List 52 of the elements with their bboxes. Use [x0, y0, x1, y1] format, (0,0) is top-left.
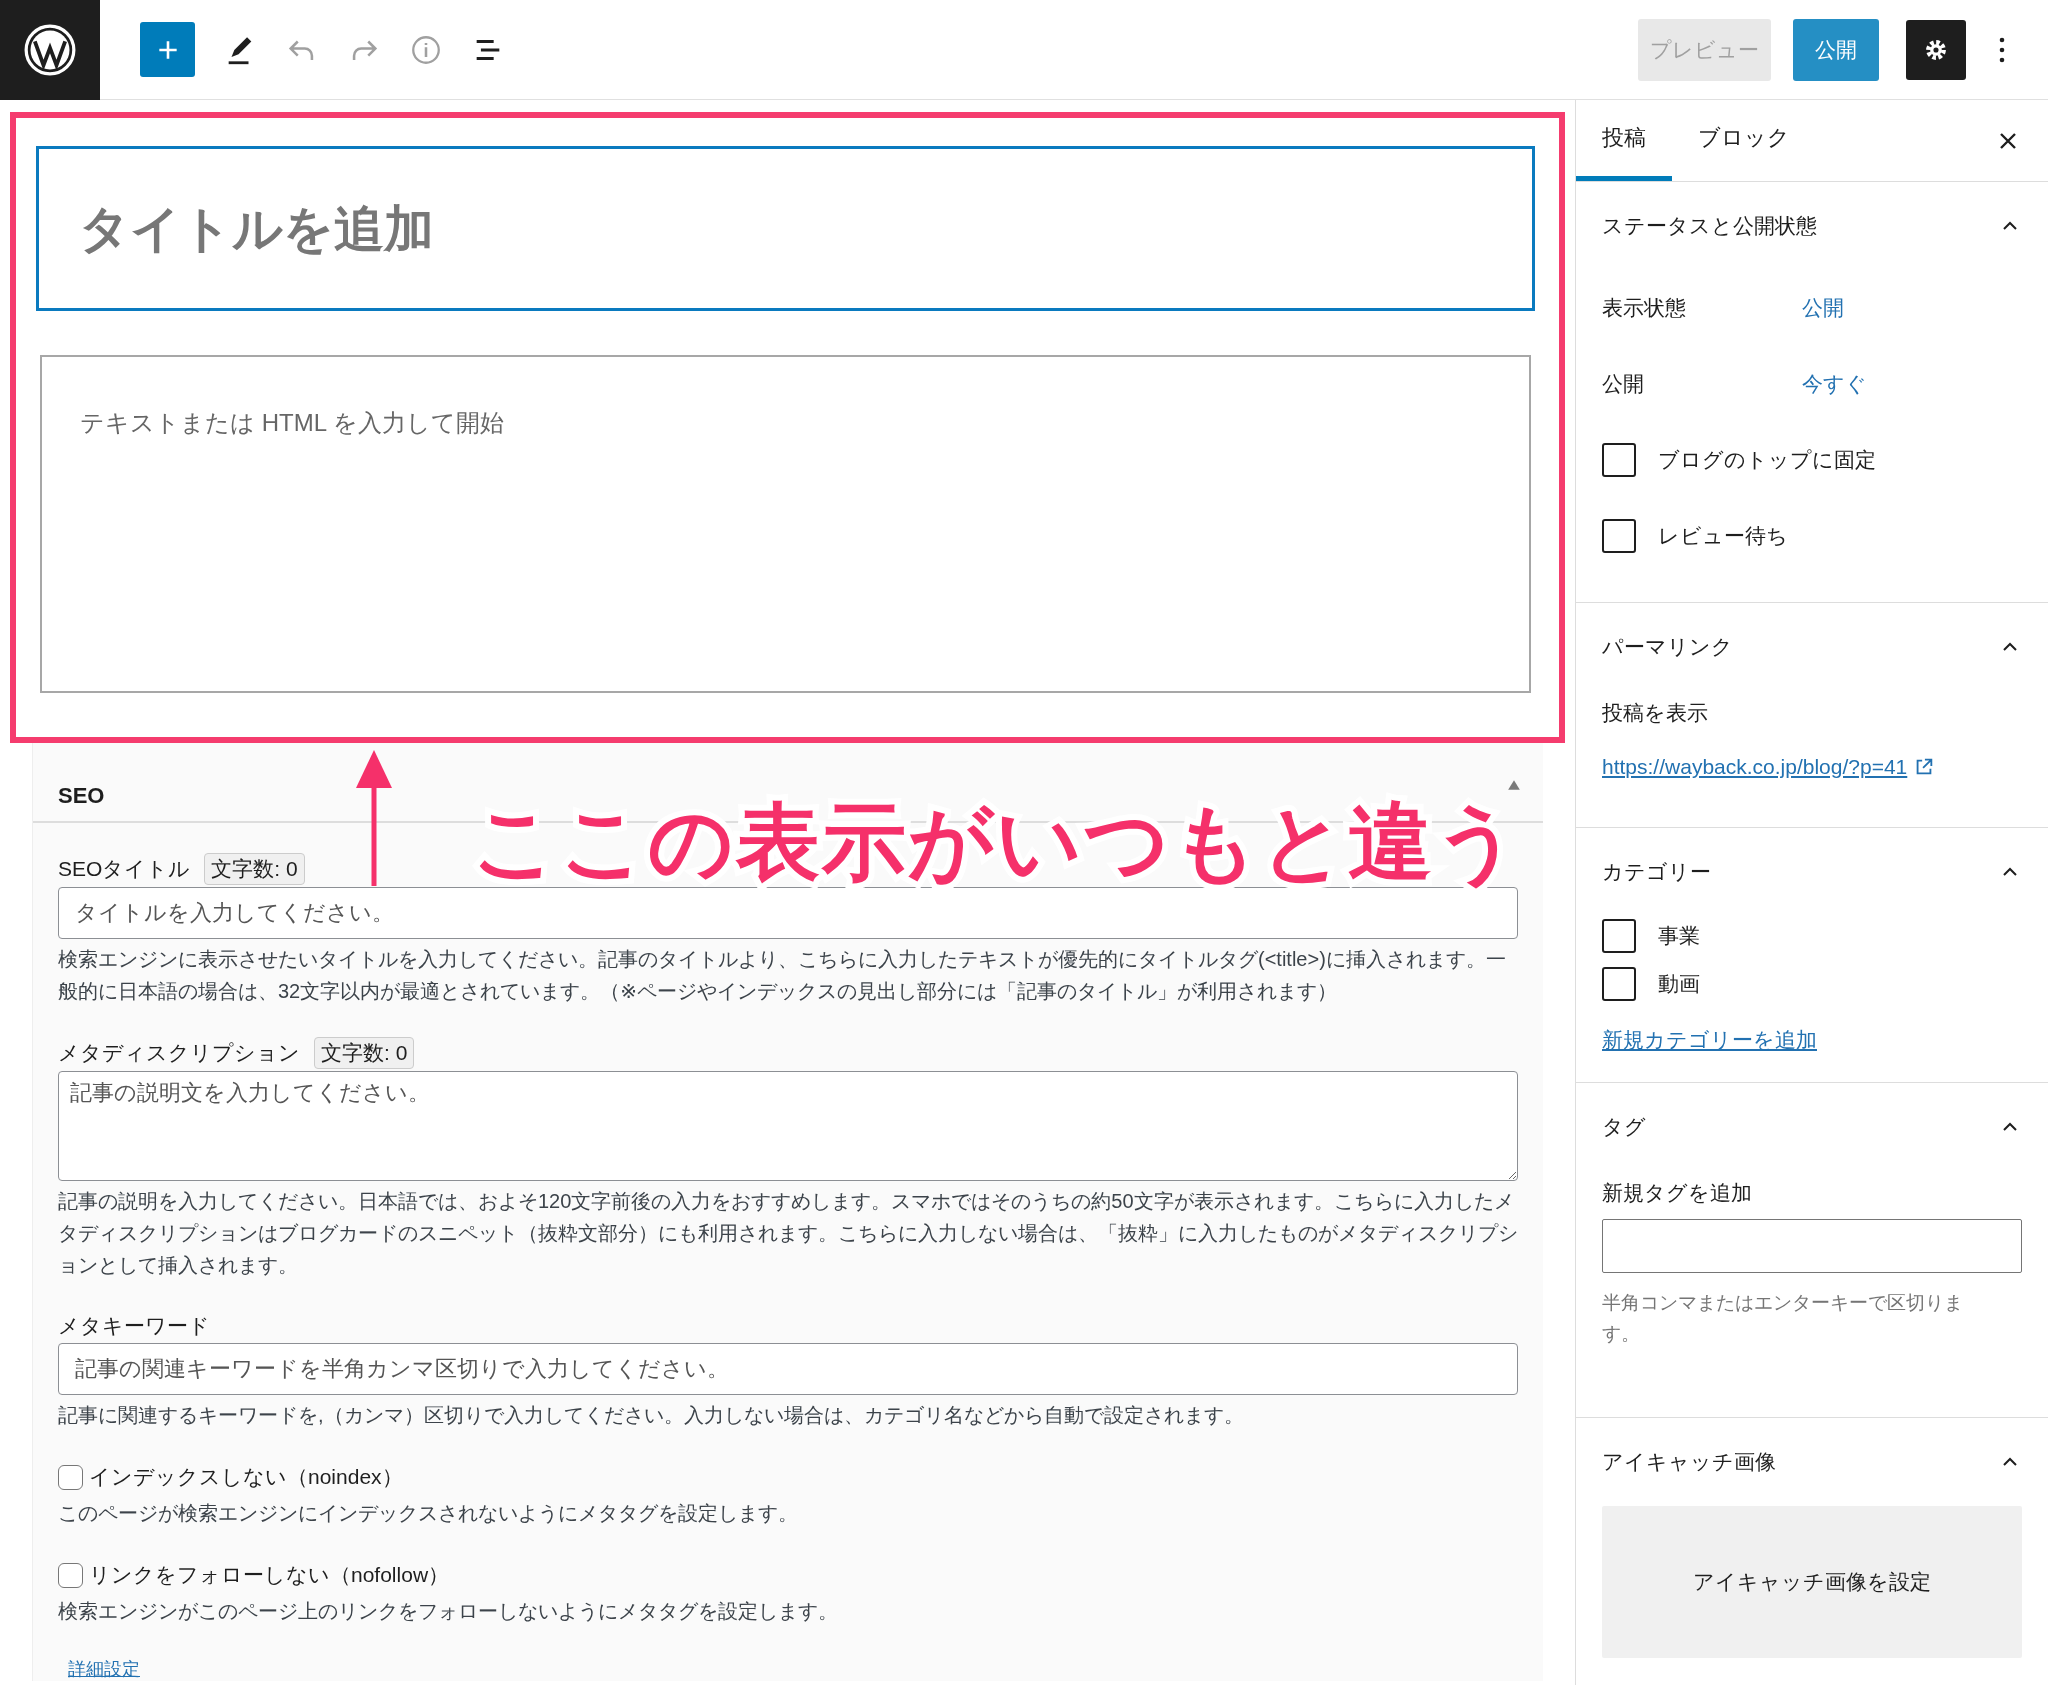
character-count: 文字数: 0	[204, 853, 305, 885]
checkbox[interactable]	[1602, 519, 1636, 553]
checkbox-label: レビュー待ち	[1658, 523, 1788, 549]
wordpress-logo-icon	[24, 23, 76, 76]
panel-title: SEO	[58, 783, 105, 809]
tag-field[interactable]	[1602, 1219, 2022, 1273]
add-category-link[interactable]: 新規カテゴリーを追加	[1602, 1026, 1817, 1054]
section-title[interactable]: ステータスと公開状態	[1602, 212, 1817, 240]
field-label: メタキーワード	[58, 1313, 210, 1339]
publish-button[interactable]: 公開	[1793, 18, 1879, 81]
help-text: 半角コンマまたはエンターキーで区切ります。	[1602, 1291, 1964, 1346]
checkbox-label: ブログのトップに固定	[1658, 447, 1876, 473]
setting-label: 表示状態	[1602, 295, 1687, 321]
advanced-settings-link[interactable]: 詳細設定	[68, 1659, 140, 1679]
category-label: 事業	[1658, 923, 1700, 949]
field-label: メタディスクリプション	[58, 1040, 300, 1066]
collapse-triangle-icon[interactable]	[1507, 779, 1521, 791]
sidebar-tab[interactable]: ブロック	[1672, 100, 1816, 181]
body-field[interactable]: テキストまたは HTML を入力して開始	[40, 355, 1531, 693]
help-text: 記事の説明を入力してください。日本語では、およそ120文字前後の入力をおすすめします。スマホではそのうちの約50文字が表示されます。こちらに入力したメタディスクリプションはブログカードのスニペット（抜粋文部分）にも利用されます。こちらに入力しない場合は、「抜粋」に入力したものがメタディスクリプションとして挿入されます。	[58, 1189, 1518, 1278]
checkbox-label: リンクをフォローしない（nofollow）	[89, 1562, 450, 1588]
section-title[interactable]: パーマリンク	[1602, 633, 1733, 661]
setting-label: 公開	[1602, 371, 1645, 397]
permalink-label: 投稿を表示	[1602, 700, 1709, 726]
text-field[interactable]: 記事の関連キーワードを半角カンマ区切りで入力してください。	[58, 1343, 1518, 1395]
checkbox[interactable]	[58, 1464, 83, 1490]
section-title[interactable]: タグ	[1602, 1113, 1646, 1141]
set-featured-image-button[interactable]: アイキャッチ画像を設定	[1602, 1506, 2022, 1658]
help-text: 検索エンジンがこのページ上のリンクをフォローしないようにメタタグを設定します。	[58, 1599, 839, 1624]
help-text: 記事に関連するキーワードを,（カンマ）区切りで入力してください。入力しない場合は、カテゴリ名などから自動で設定されます。	[58, 1403, 1245, 1428]
sidebar-tab[interactable]: 投稿	[1576, 100, 1672, 181]
description-field[interactable]: 記事の説明文を入力してください。	[58, 1071, 1518, 1181]
help-text: このページが検索エンジンにインデックスされないようにメタタグを設定します。	[58, 1501, 799, 1526]
setting-value-link[interactable]: 今すぐ	[1802, 370, 1867, 398]
checkbox[interactable]	[1602, 919, 1636, 953]
section-title[interactable]: カテゴリー	[1602, 858, 1711, 886]
setting-value-link[interactable]: 公開	[1802, 294, 1844, 322]
wordpress-logo[interactable]	[0, 0, 100, 100]
help-text: 検索エンジンに表示させたいタイトルを入力してください。記事のタイトルより、こちらに入力したテキストが優先的にタイトルタグ(<title>)に挿入されます。一般的に日本語の場合は、32文字以内が最適とされています。（※ページやインデックスの見出し部分には「記事のタイトル」が利用されます）	[58, 947, 1507, 1004]
checkbox[interactable]	[1602, 967, 1636, 1001]
field-label: SEOタイトル	[58, 856, 191, 882]
character-count: 文字数: 0	[314, 1037, 415, 1069]
checkbox-label: インデックスしない（noindex）	[89, 1464, 403, 1490]
add-block-button[interactable]	[140, 22, 195, 77]
field-label: 新規タグを追加	[1602, 1180, 1753, 1206]
checkbox[interactable]	[1602, 443, 1636, 477]
title-field[interactable]: タイトルを追加	[36, 146, 1535, 311]
section-title[interactable]: アイキャッチ画像	[1602, 1448, 1776, 1476]
checkbox[interactable]	[58, 1562, 83, 1588]
category-label: 動画	[1658, 971, 1700, 997]
permalink-link[interactable]: https://wayback.co.jp/blog/?p=41	[1602, 755, 1908, 779]
settings-button[interactable]	[1906, 19, 1966, 80]
